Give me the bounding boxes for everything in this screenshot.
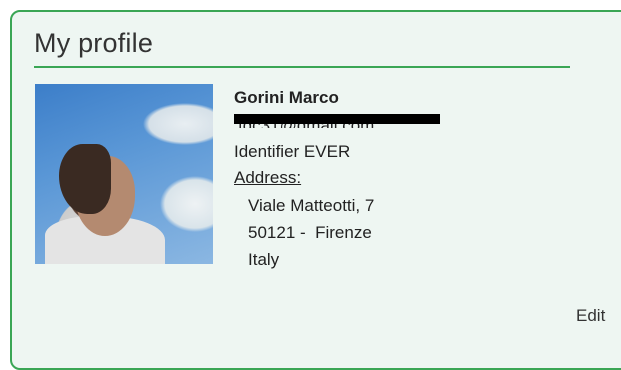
- profile-identifier: Identifier EVER: [234, 142, 351, 161]
- address-line-city: 50121 - Firenze: [248, 223, 372, 242]
- profile-photo: [35, 84, 213, 264]
- redaction-bar: [234, 114, 440, 124]
- email-field: fgc31@gmail.com: [234, 108, 444, 128]
- address-label: Address:: [234, 168, 302, 187]
- address-line-country: Italy: [248, 250, 280, 269]
- address-line-street: Viale Matteotti, 7: [248, 196, 375, 215]
- photo-hair: [59, 144, 111, 214]
- card-title: My profile: [34, 28, 154, 58]
- title-divider: [34, 66, 570, 68]
- edit-link[interactable]: Edit: [576, 306, 605, 326]
- profile-name: Gorini Marco: [234, 88, 339, 107]
